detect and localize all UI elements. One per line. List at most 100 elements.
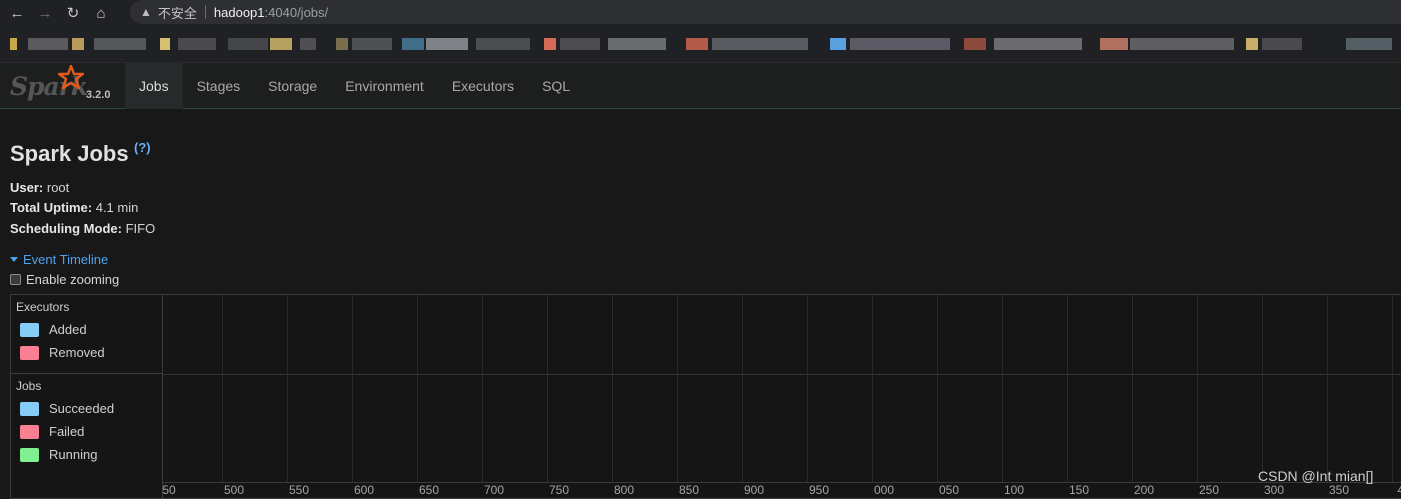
bookmark-item[interactable] bbox=[476, 38, 530, 50]
bookmark-item[interactable] bbox=[426, 38, 468, 50]
legend-label: Removed bbox=[49, 345, 105, 360]
tab-sql[interactable]: SQL bbox=[528, 63, 584, 109]
legend-swatch bbox=[20, 322, 39, 337]
meta-value: root bbox=[46, 180, 70, 195]
forward-arrow-icon[interactable]: → bbox=[34, 2, 56, 24]
timeline-gridline bbox=[1132, 295, 1133, 482]
legend-group-executors: Executors Added Removed bbox=[11, 295, 163, 374]
bookmark-item[interactable] bbox=[608, 38, 666, 50]
tab-storage[interactable]: Storage bbox=[254, 63, 331, 109]
spark-logo[interactable]: Spark 3.2.0 bbox=[10, 65, 125, 107]
timeline-gridline bbox=[742, 295, 743, 482]
bookmark-icon[interactable] bbox=[964, 38, 986, 50]
bookmark-icon[interactable] bbox=[72, 38, 84, 50]
bookmark-item[interactable] bbox=[178, 38, 216, 50]
bookmarks-bar bbox=[0, 26, 1401, 63]
legend-swatch bbox=[20, 345, 39, 360]
back-arrow-icon[interactable]: ← bbox=[6, 2, 28, 24]
timeline-gridline bbox=[1262, 295, 1263, 482]
timeline-gridline bbox=[287, 295, 288, 482]
bookmark-item[interactable] bbox=[300, 38, 316, 50]
legend-item-added: Added bbox=[20, 322, 87, 337]
bookmark-icon[interactable] bbox=[1100, 38, 1128, 50]
meta-label: User: bbox=[10, 180, 44, 195]
url-path: :4040/jobs/ bbox=[264, 4, 329, 20]
legend-group-title: Executors bbox=[16, 300, 70, 314]
meta-scheduling-mode: Scheduling Mode: FIFO bbox=[10, 221, 155, 236]
url-host: hadoop1 bbox=[213, 4, 265, 20]
bookmark-item[interactable] bbox=[994, 38, 1082, 50]
meta-value: FIFO bbox=[125, 221, 156, 236]
caret-down-icon bbox=[10, 257, 18, 262]
bookmark-item[interactable] bbox=[560, 38, 600, 50]
timeline-plot[interactable]: 50 500 550 600 650 700 750 800 850 900 950 000 050 10… bbox=[162, 295, 1401, 498]
bookmark-icon[interactable] bbox=[402, 38, 424, 50]
bookmark-item[interactable] bbox=[1262, 38, 1302, 50]
bookmark-icon[interactable] bbox=[830, 38, 846, 50]
timeline-gridline bbox=[1197, 295, 1198, 482]
bookmark-item[interactable] bbox=[28, 38, 68, 50]
enable-zooming-row: Enable zooming bbox=[10, 272, 119, 287]
nav-tabs: Jobs Stages Storage Environment Executor… bbox=[125, 63, 584, 109]
timeline-gridline bbox=[1067, 295, 1068, 482]
bookmark-item[interactable] bbox=[352, 38, 392, 50]
legend-item-failed: Failed bbox=[20, 424, 84, 439]
meta-label: Scheduling Mode: bbox=[10, 221, 122, 236]
bookmark-item[interactable] bbox=[850, 38, 950, 50]
timeline-gridline bbox=[352, 295, 353, 482]
event-timeline-toggle[interactable]: Event Timeline bbox=[10, 252, 108, 267]
timeline-gridline bbox=[937, 295, 938, 482]
tab-jobs[interactable]: Jobs bbox=[125, 63, 183, 109]
meta-uptime: Total Uptime: 4.1 min bbox=[10, 200, 138, 215]
timeline-gridline bbox=[417, 295, 418, 482]
browser-toolbar: ← → ↻ ⌂ ▲ 不安全 hadoop1:4040/jobs/ bbox=[0, 0, 1401, 26]
event-timeline[interactable]: Executors Added Removed Jobs Succeeded F… bbox=[10, 294, 1401, 499]
legend-swatch bbox=[20, 447, 39, 462]
bookmark-icon[interactable] bbox=[270, 38, 292, 50]
legend-group-jobs: Jobs Succeeded Failed Running bbox=[11, 374, 163, 482]
tab-environment[interactable]: Environment bbox=[331, 63, 438, 109]
timeline-row-separator bbox=[163, 374, 1401, 375]
bookmark-icon[interactable] bbox=[160, 38, 170, 50]
bookmark-item[interactable] bbox=[228, 38, 268, 50]
legend-item-running: Running bbox=[20, 447, 97, 462]
timeline-gridline bbox=[612, 295, 613, 482]
timeline-gridline bbox=[222, 295, 223, 482]
help-link[interactable]: (?) bbox=[134, 140, 151, 155]
tab-executors[interactable]: Executors bbox=[438, 63, 528, 109]
bookmark-item[interactable] bbox=[712, 38, 808, 50]
bookmark-icon[interactable] bbox=[336, 38, 348, 50]
enable-zooming-checkbox[interactable] bbox=[10, 274, 21, 285]
timeline-gridline bbox=[1002, 295, 1003, 482]
bookmark-icon[interactable] bbox=[544, 38, 556, 50]
page-title: Spark Jobs bbox=[10, 141, 129, 166]
legend-label: Succeeded bbox=[49, 401, 115, 416]
legend-label: Running bbox=[49, 447, 98, 462]
meta-value: 4.1 min bbox=[95, 200, 139, 215]
meta-user: User: root bbox=[10, 180, 69, 195]
bookmark-item[interactable] bbox=[94, 38, 146, 50]
bookmark-icon[interactable] bbox=[1246, 38, 1258, 50]
bookmark-icon[interactable] bbox=[686, 38, 708, 50]
address-bar[interactable]: ▲ 不安全 hadoop1:4040/jobs/ bbox=[130, 0, 1401, 24]
legend-swatch bbox=[20, 401, 39, 416]
home-icon[interactable]: ⌂ bbox=[90, 2, 112, 24]
bookmark-item[interactable] bbox=[1346, 38, 1392, 50]
legend-item-removed: Removed bbox=[20, 345, 105, 360]
spark-version: 3.2.0 bbox=[86, 89, 111, 101]
watermark: CSDN @Int mian[] bbox=[1258, 468, 1374, 484]
enable-zooming-label[interactable]: Enable zooming bbox=[26, 272, 119, 287]
timeline-gridline bbox=[547, 295, 548, 482]
spark-navbar: Spark 3.2.0 Jobs Stages Storage Environm… bbox=[0, 63, 1401, 109]
legend-swatch bbox=[20, 424, 39, 439]
bookmark-item[interactable] bbox=[1130, 38, 1234, 50]
timeline-gridline bbox=[872, 295, 873, 482]
address-separator bbox=[204, 5, 206, 19]
spark-star-icon bbox=[58, 65, 84, 90]
tab-stages[interactable]: Stages bbox=[183, 63, 255, 109]
timeline-gridline bbox=[1327, 295, 1328, 482]
timeline-gridline bbox=[677, 295, 678, 482]
timeline-gridline bbox=[482, 295, 483, 482]
bookmark-icon[interactable] bbox=[10, 38, 17, 50]
reload-icon[interactable]: ↻ bbox=[62, 2, 84, 24]
